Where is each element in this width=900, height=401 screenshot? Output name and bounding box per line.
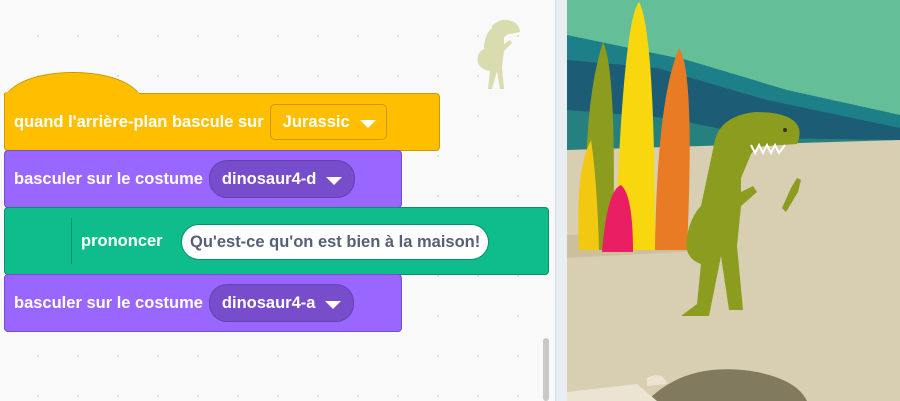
dropdown-value: Jurassic [282,112,350,131]
when-backdrop-switches-block[interactable]: quand l'arrière-plan bascule sur Jurassi… [4,93,440,151]
chevron-down-icon [359,119,376,128]
dinosaur-icon [477,19,520,89]
costume-dropdown[interactable]: dinosaur4-a [208,284,355,322]
switch-costume-block[interactable]: basculer sur le costume dinosaur4-a [4,274,402,332]
say-text-input[interactable]: Qu'est-ce qu'on est bien à la maison! [181,224,490,260]
backdrop-dropdown[interactable]: Jurassic [269,104,387,140]
script-area[interactable]: quand l'arrière-plan bascule sur Jurassi… [0,0,556,401]
switch-costume-block[interactable]: basculer sur le costume dinosaur4-d [4,150,402,208]
say-block[interactable]: prononcer Qu'est-ce qu'on est bien à la … [4,207,549,275]
hat-block-joint [5,92,139,96]
dropdown-value: dinosaur4-d [221,169,317,188]
script-scrollbar[interactable] [543,338,549,401]
block-label: basculer sur le costume [14,293,203,312]
costume-dropdown[interactable]: dinosaur4-d [208,160,356,198]
block-label: quand l'arrière-plan bascule sur [14,112,264,131]
dropdown-value: dinosaur4-a [221,293,316,312]
extension-icon-separator [71,218,72,264]
chevron-down-icon [325,300,342,309]
dinosaur-sprite[interactable] [567,0,900,401]
block-label: prononcer [81,232,163,250]
stage[interactable] [567,0,900,401]
block-label: basculer sur le costume [14,169,203,188]
chevron-down-icon [326,176,343,185]
